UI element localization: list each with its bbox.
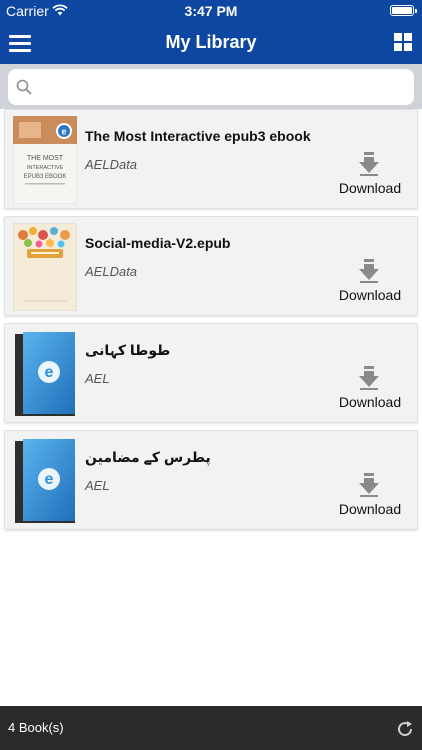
cover-line-2: INTERACTIVE bbox=[27, 165, 64, 171]
book-title: طوطا کہانی bbox=[85, 342, 171, 358]
download-icon bbox=[359, 366, 379, 390]
battery-icon bbox=[390, 5, 417, 16]
top-bar: Carrier 3:47 PM My Library bbox=[0, 0, 422, 64]
download-button[interactable]: Download bbox=[335, 259, 405, 307]
download-icon bbox=[359, 259, 379, 283]
book-author: AELData bbox=[85, 264, 138, 279]
svg-text:e: e bbox=[61, 127, 66, 137]
cover-line-1: THE MOST bbox=[27, 155, 64, 162]
book-cover: e bbox=[15, 439, 75, 523]
download-label: Download bbox=[338, 180, 402, 196]
book-card[interactable]: e پطرس کے مضامین AEL Download bbox=[4, 430, 418, 530]
book-cover bbox=[13, 223, 77, 311]
book-title: Social-media-V2.epub bbox=[85, 235, 231, 251]
download-button[interactable]: Download bbox=[335, 152, 405, 200]
bottom-bar: 4 Book(s) bbox=[0, 706, 422, 750]
search-area bbox=[0, 64, 422, 109]
book-card[interactable]: e طوطا کہانی AEL Download bbox=[4, 323, 418, 423]
book-count: 4 Book(s) bbox=[8, 720, 64, 735]
book-author: AELData bbox=[85, 157, 138, 172]
book-title: The Most Interactive epub3 ebook bbox=[85, 128, 311, 144]
search-box[interactable] bbox=[8, 69, 414, 105]
search-input[interactable] bbox=[40, 75, 400, 99]
clock: 3:47 PM bbox=[184, 3, 238, 19]
download-button[interactable]: Download bbox=[335, 366, 405, 414]
book-cover: e bbox=[15, 332, 75, 416]
status-bar: Carrier 3:47 PM bbox=[0, 0, 422, 22]
search-icon bbox=[16, 79, 32, 95]
book-author: AEL bbox=[85, 478, 110, 493]
book-author: AEL bbox=[85, 371, 110, 386]
navigation-bar: My Library bbox=[0, 22, 422, 64]
book-cover: e THE MOST INTERACTIVE EPUB3 EBOOK bbox=[13, 116, 77, 204]
download-label: Download bbox=[338, 287, 402, 303]
book-card[interactable]: e THE MOST INTERACTIVE EPUB3 EBOOK The M… bbox=[4, 109, 418, 209]
book-card[interactable]: Social-media-V2.epub AELData Download bbox=[4, 216, 418, 316]
refresh-icon[interactable] bbox=[396, 720, 414, 738]
download-icon bbox=[359, 473, 379, 497]
cover-line-3: EPUB3 EBOOK bbox=[24, 174, 67, 180]
grid-icon[interactable] bbox=[394, 33, 412, 51]
download-label: Download bbox=[338, 501, 402, 517]
download-label: Download bbox=[338, 394, 402, 410]
book-title: پطرس کے مضامین bbox=[85, 449, 211, 465]
svg-text:e: e bbox=[45, 471, 54, 488]
download-icon bbox=[359, 152, 379, 176]
svg-text:e: e bbox=[45, 364, 54, 381]
download-button[interactable]: Download bbox=[335, 473, 405, 521]
page-title: My Library bbox=[165, 32, 257, 52]
